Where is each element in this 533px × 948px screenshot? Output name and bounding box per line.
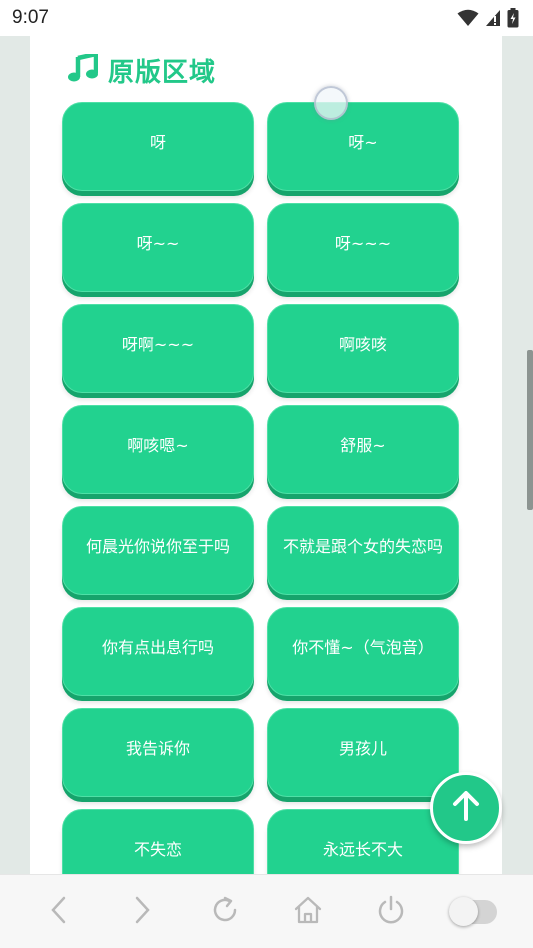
sound-button[interactable]: 呀~~: [62, 203, 254, 292]
sound-button[interactable]: 啊咳嗯~: [62, 405, 254, 494]
power-icon: [376, 895, 406, 929]
section-header: 原版区域: [68, 50, 216, 90]
toggle-switch[interactable]: [448, 896, 497, 926]
sound-button-grid: 呀 呀~ 呀~~ 呀~~~ 呀啊~~~ 啊咳咳 啊咳嗯~ 舒服~ 何晨光你说你至…: [62, 102, 460, 874]
touch-indicator: [314, 86, 348, 120]
sound-button[interactable]: 不失恋: [62, 809, 254, 874]
sound-button[interactable]: 呀~~~: [267, 203, 459, 292]
section-title: 原版区域: [108, 57, 217, 88]
sound-button[interactable]: 何晨光你说你至于吗: [62, 506, 254, 595]
sound-button[interactable]: 呀~: [267, 102, 459, 191]
sound-button[interactable]: 男孩儿: [267, 708, 459, 797]
sound-button[interactable]: 啊咳咳: [267, 304, 459, 393]
sound-button[interactable]: 永远长不大: [267, 809, 459, 874]
refresh-button[interactable]: [200, 887, 250, 937]
back-to-top-button[interactable]: [430, 772, 502, 844]
wifi-icon: [457, 9, 479, 27]
sound-button[interactable]: 呀啊~~~: [62, 304, 254, 393]
battery-icon: [507, 8, 519, 28]
sound-button[interactable]: 我告诉你: [62, 708, 254, 797]
sound-button[interactable]: 舒服~: [267, 405, 459, 494]
scrollbar[interactable]: [527, 350, 533, 510]
forward-icon: [132, 895, 152, 929]
sound-button[interactable]: 呀: [62, 102, 254, 191]
arrow-up-icon: [452, 791, 480, 825]
sound-panel: 原版区域 呀 呀~ 呀~~ 呀~~~ 呀啊~~~ 啊咳咳 啊咳嗯~ 舒服~ 何晨…: [30, 36, 502, 874]
bottom-toolbar: [0, 874, 533, 948]
home-icon: [293, 895, 323, 929]
status-time: 9:07: [12, 7, 49, 28]
forward-button[interactable]: [117, 887, 167, 937]
back-button[interactable]: [34, 887, 84, 937]
status-icons: [457, 8, 519, 28]
sound-button[interactable]: 不就是跟个女的失恋吗: [267, 506, 459, 595]
sound-button[interactable]: 你不懂~（气泡音）: [267, 607, 459, 696]
refresh-icon: [210, 895, 240, 929]
toggle-knob: [448, 896, 478, 926]
status-bar: 9:07: [0, 0, 533, 36]
toggle-switch-container: [448, 887, 499, 937]
signal-icon: [485, 9, 501, 27]
music-note-icon: [68, 51, 99, 86]
back-icon: [49, 895, 69, 929]
app-screen: 9:07 原版区域 呀 呀~ 呀~~ 呀~~~ 呀啊~~~ 啊咳咳 啊咳嗯~ 舒…: [0, 0, 533, 948]
home-button[interactable]: [283, 887, 333, 937]
power-button[interactable]: [366, 887, 416, 937]
sound-button[interactable]: 你有点出息行吗: [62, 607, 254, 696]
